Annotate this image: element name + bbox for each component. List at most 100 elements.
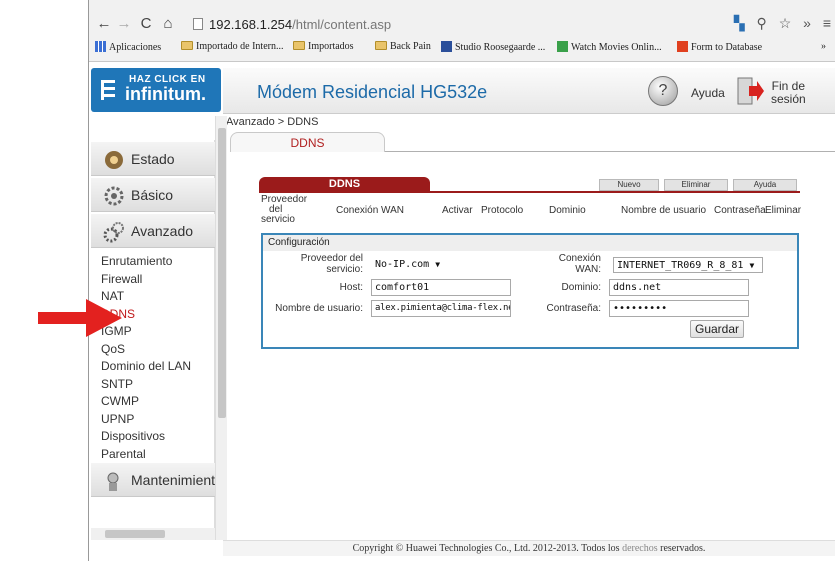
config-form: Configuración Proveedor del servicio: No-…: [261, 233, 799, 349]
video-icon: [557, 41, 568, 52]
help-button[interactable]: Ayuda: [733, 179, 797, 191]
ddns-panel: DDNS Nuevo Eliminar Ayuda Proveedor del se…: [259, 177, 802, 349]
sidebar-scrollbar[interactable]: [215, 116, 227, 540]
sidebar-hscrollbar[interactable]: [91, 528, 215, 540]
password-label: Contraseña:: [546, 303, 601, 314]
save-button[interactable]: Guardar: [690, 320, 744, 338]
row-provider: Proveedor del servicio: No-IP.com ▼ Conexi…: [263, 253, 797, 275]
col-domain: Dominio: [549, 205, 586, 216]
bookmarks-overflow[interactable]: »: [821, 41, 826, 52]
sidebar-item-upnp[interactable]: UPNP: [101, 411, 191, 429]
browser-extensions: ▚ ⚲ ☆ » ≡: [726, 15, 831, 32]
ddns-panel-tab: DDNS: [259, 177, 430, 192]
sidebar-item-firewall[interactable]: Firewall: [101, 271, 191, 289]
sidebar-item-mantenimiento[interactable]: Mantenimiento: [91, 463, 223, 497]
sidebar-item-avanzado[interactable]: Avanzado: [91, 214, 215, 248]
url-path: /html/content.asp: [292, 17, 392, 32]
provider-select[interactable]: No-IP.com ▼: [375, 257, 455, 273]
sidebar-item-qos[interactable]: QoS: [101, 341, 191, 359]
infinitum-logo[interactable]: HAZ CLICK EN infinitum.: [91, 68, 221, 112]
bookmark-apps[interactable]: Aplicaciones: [95, 41, 161, 53]
scrollbar-thumb[interactable]: [218, 128, 226, 418]
bookmark-studio[interactable]: Studio Roosegaarde ...: [441, 41, 545, 53]
maintenance-icon: [107, 472, 119, 491]
host-input[interactable]: comfort01: [371, 279, 511, 296]
copyright-text: Copyright © Huawei Technologies Co., Ltd…: [352, 543, 620, 554]
forward-icon[interactable]: →: [115, 15, 133, 32]
table-header: Proveedor del servicio Conexión WAN Activa…: [261, 194, 802, 225]
apps-icon: [95, 41, 106, 52]
copyright-tail: reservados.: [660, 543, 706, 554]
infinitum-logo-icon: [101, 80, 115, 100]
hscrollbar-thumb[interactable]: [105, 530, 165, 538]
col-password: Contraseña: [714, 205, 766, 216]
reload-icon[interactable]: C: [137, 15, 155, 32]
red-arrow-icon: [38, 299, 122, 337]
submenu-avanzado: Enrutamiento Firewall NAT DDNS IGMP QoS …: [101, 253, 191, 463]
wan-select[interactable]: INTERNET_TR069_R_8_81 ▼: [613, 257, 763, 273]
sidebar-item-cwmp[interactable]: CWMP: [101, 393, 191, 411]
bookmarks-bar: Aplicaciones Importado de Intern... Impo…: [89, 38, 835, 58]
domain-label: Dominio:: [561, 282, 601, 293]
bookmark-folder-1[interactable]: Importado de Intern...: [181, 41, 283, 52]
breadcrumb: Avanzado > DDNS: [226, 116, 319, 128]
col-remove: Eliminar: [765, 205, 802, 216]
page-title: Módem Residencial HG532e: [257, 82, 488, 102]
chevron-down-icon: ▼: [435, 260, 441, 269]
bookmark-form[interactable]: Form to Database: [677, 41, 762, 53]
logout-link[interactable]: Fin de sesión: [771, 80, 806, 106]
chevron-down-icon: ▼: [749, 261, 755, 270]
domain-input[interactable]: ddns.net: [609, 279, 749, 296]
divider: [259, 191, 800, 193]
page-icon: [193, 18, 203, 30]
bookmark-folder-2[interactable]: Importados: [293, 41, 354, 52]
bookmark-folder-3[interactable]: Back Pain: [375, 41, 431, 52]
menu-icon[interactable]: ≡: [823, 15, 831, 31]
sidebar-item-enrutamiento[interactable]: Enrutamiento: [101, 253, 191, 271]
delete-button[interactable]: Eliminar: [664, 179, 728, 191]
extensions-overflow-icon[interactable]: »: [803, 15, 811, 31]
wan-label: Conexión WAN:: [558, 253, 601, 275]
col-activate: Activar: [442, 205, 473, 216]
host-label: Host:: [339, 282, 363, 293]
star-icon[interactable]: ☆: [779, 15, 792, 31]
browser-chrome: ← → C ⌂ 192.168.1.254/html/content.asp ▚…: [89, 0, 835, 62]
extension-icon-2[interactable]: ⚲: [757, 15, 767, 31]
col-wan: Conexión WAN: [336, 205, 404, 216]
folder-icon: [181, 41, 193, 50]
username-input[interactable]: alex.pimienta@clima-flex.net: [371, 300, 511, 317]
provider-label: Proveedor del servicio:: [300, 253, 363, 275]
tab-ddns[interactable]: DDNS: [230, 132, 385, 152]
site-icon: [441, 41, 452, 52]
tab-bar: DDNS: [230, 130, 835, 152]
help-link[interactable]: Ayuda: [691, 86, 725, 100]
help-icon[interactable]: ?: [648, 76, 678, 106]
status-icon: [105, 151, 123, 169]
url-host: 192.168.1.254: [209, 17, 293, 32]
sidebar-item-dispositivos[interactable]: Dispositivos: [101, 428, 191, 446]
footer: Copyright © Huawei Technologies Co., Ltd…: [223, 540, 835, 556]
row-host: Host: comfort01 Dominio: ddns.net: [263, 279, 797, 300]
home-icon[interactable]: ⌂: [159, 15, 177, 32]
config-title: Configuración: [263, 235, 797, 251]
back-icon[interactable]: ←: [95, 15, 113, 32]
sidebar-item-parental[interactable]: Parental: [101, 446, 191, 464]
sidebar-item-lan-domain[interactable]: Dominio del LAN: [101, 358, 191, 376]
folder-icon: [375, 41, 387, 50]
sidebar-item-sntp[interactable]: SNTP: [101, 376, 191, 394]
browser-toolbar: ← → C ⌂ 192.168.1.254/html/content.asp ▚…: [89, 12, 835, 38]
row-user: Nombre de usuario: alex.pimienta@clima-f…: [263, 300, 797, 321]
logout-icon[interactable]: [735, 76, 765, 106]
router-header: Módem Residencial HG532e ? Ayuda Fin de s…: [223, 68, 835, 114]
sidebar-item-estado[interactable]: Estado: [91, 142, 215, 176]
rights-link[interactable]: derechos: [622, 543, 658, 554]
bookmark-movies[interactable]: Watch Movies Onlin...: [557, 41, 662, 53]
sidebar-item-basico[interactable]: Básico: [91, 178, 215, 212]
tools-icon: [103, 222, 124, 243]
col-username: Nombre de usuario: [621, 205, 707, 216]
col-protocol: Protocolo: [481, 205, 524, 216]
password-input[interactable]: •••••••••: [609, 300, 749, 317]
new-button[interactable]: Nuevo: [599, 179, 659, 191]
address-bar[interactable]: 192.168.1.254/html/content.asp: [193, 15, 553, 35]
extension-icon[interactable]: ▚: [734, 15, 745, 31]
